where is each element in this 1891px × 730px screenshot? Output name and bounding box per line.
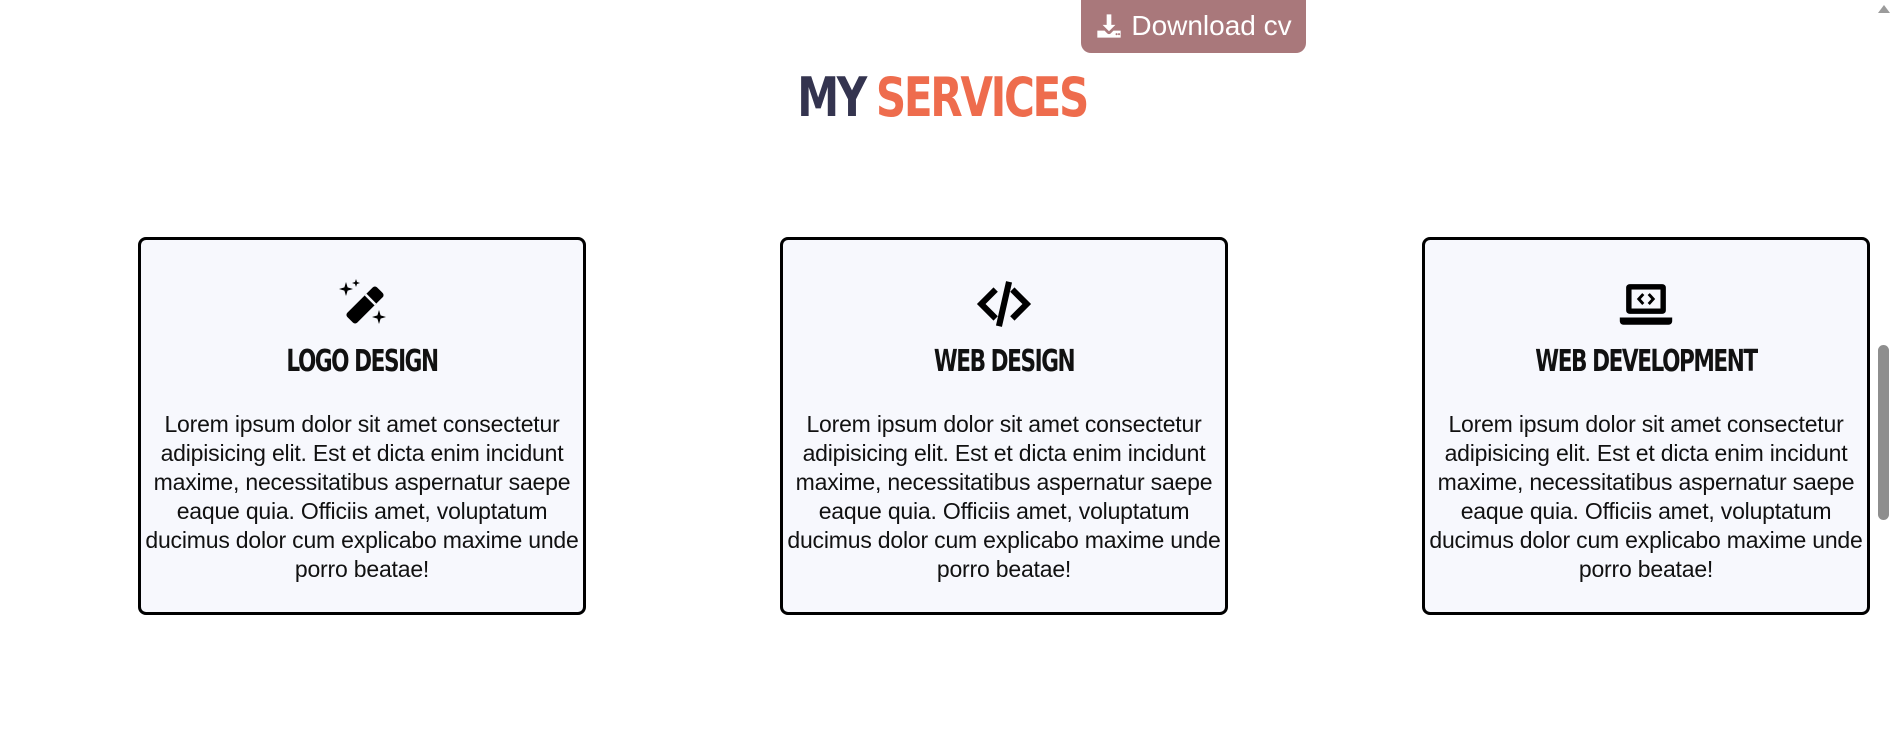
section-title: MY SERVICES (205, 58, 1680, 138)
section-title-services: SERVICES (875, 66, 1089, 129)
service-title: WEB DESIGN (933, 344, 1076, 379)
laptop-code-icon (1618, 278, 1674, 330)
service-description: Lorem ipsum dolor sit amet consectetur a… (1429, 411, 1863, 582)
download-cv-button[interactable]: Download cv (1081, 0, 1306, 53)
service-description: Lorem ipsum dolor sit amet consectetur a… (145, 411, 579, 582)
service-title: WEB DEVELOPMENT (1535, 344, 1758, 379)
scrollbar-thumb[interactable] (1878, 345, 1889, 520)
scroll-up-arrow-icon[interactable] (1878, 5, 1890, 13)
service-description: Lorem ipsum dolor sit amet consectetur a… (787, 411, 1221, 582)
download-cv-label: Download cv (1131, 9, 1292, 41)
service-card-web-development: WEB DEVELOPMENT Lorem ipsum dolor sit am… (1422, 237, 1870, 615)
service-title: LOGO DESIGN (286, 344, 439, 379)
section-title-my: MY (797, 66, 867, 129)
service-card-logo-design: LOGO DESIGN Lorem ipsum dolor sit amet c… (138, 237, 586, 615)
code-icon (976, 278, 1032, 330)
magic-wand-icon (334, 278, 390, 330)
service-card-web-design: WEB DESIGN Lorem ipsum dolor sit amet co… (780, 237, 1228, 615)
vertical-scrollbar[interactable] (1876, 0, 1891, 730)
download-icon (1095, 12, 1123, 40)
